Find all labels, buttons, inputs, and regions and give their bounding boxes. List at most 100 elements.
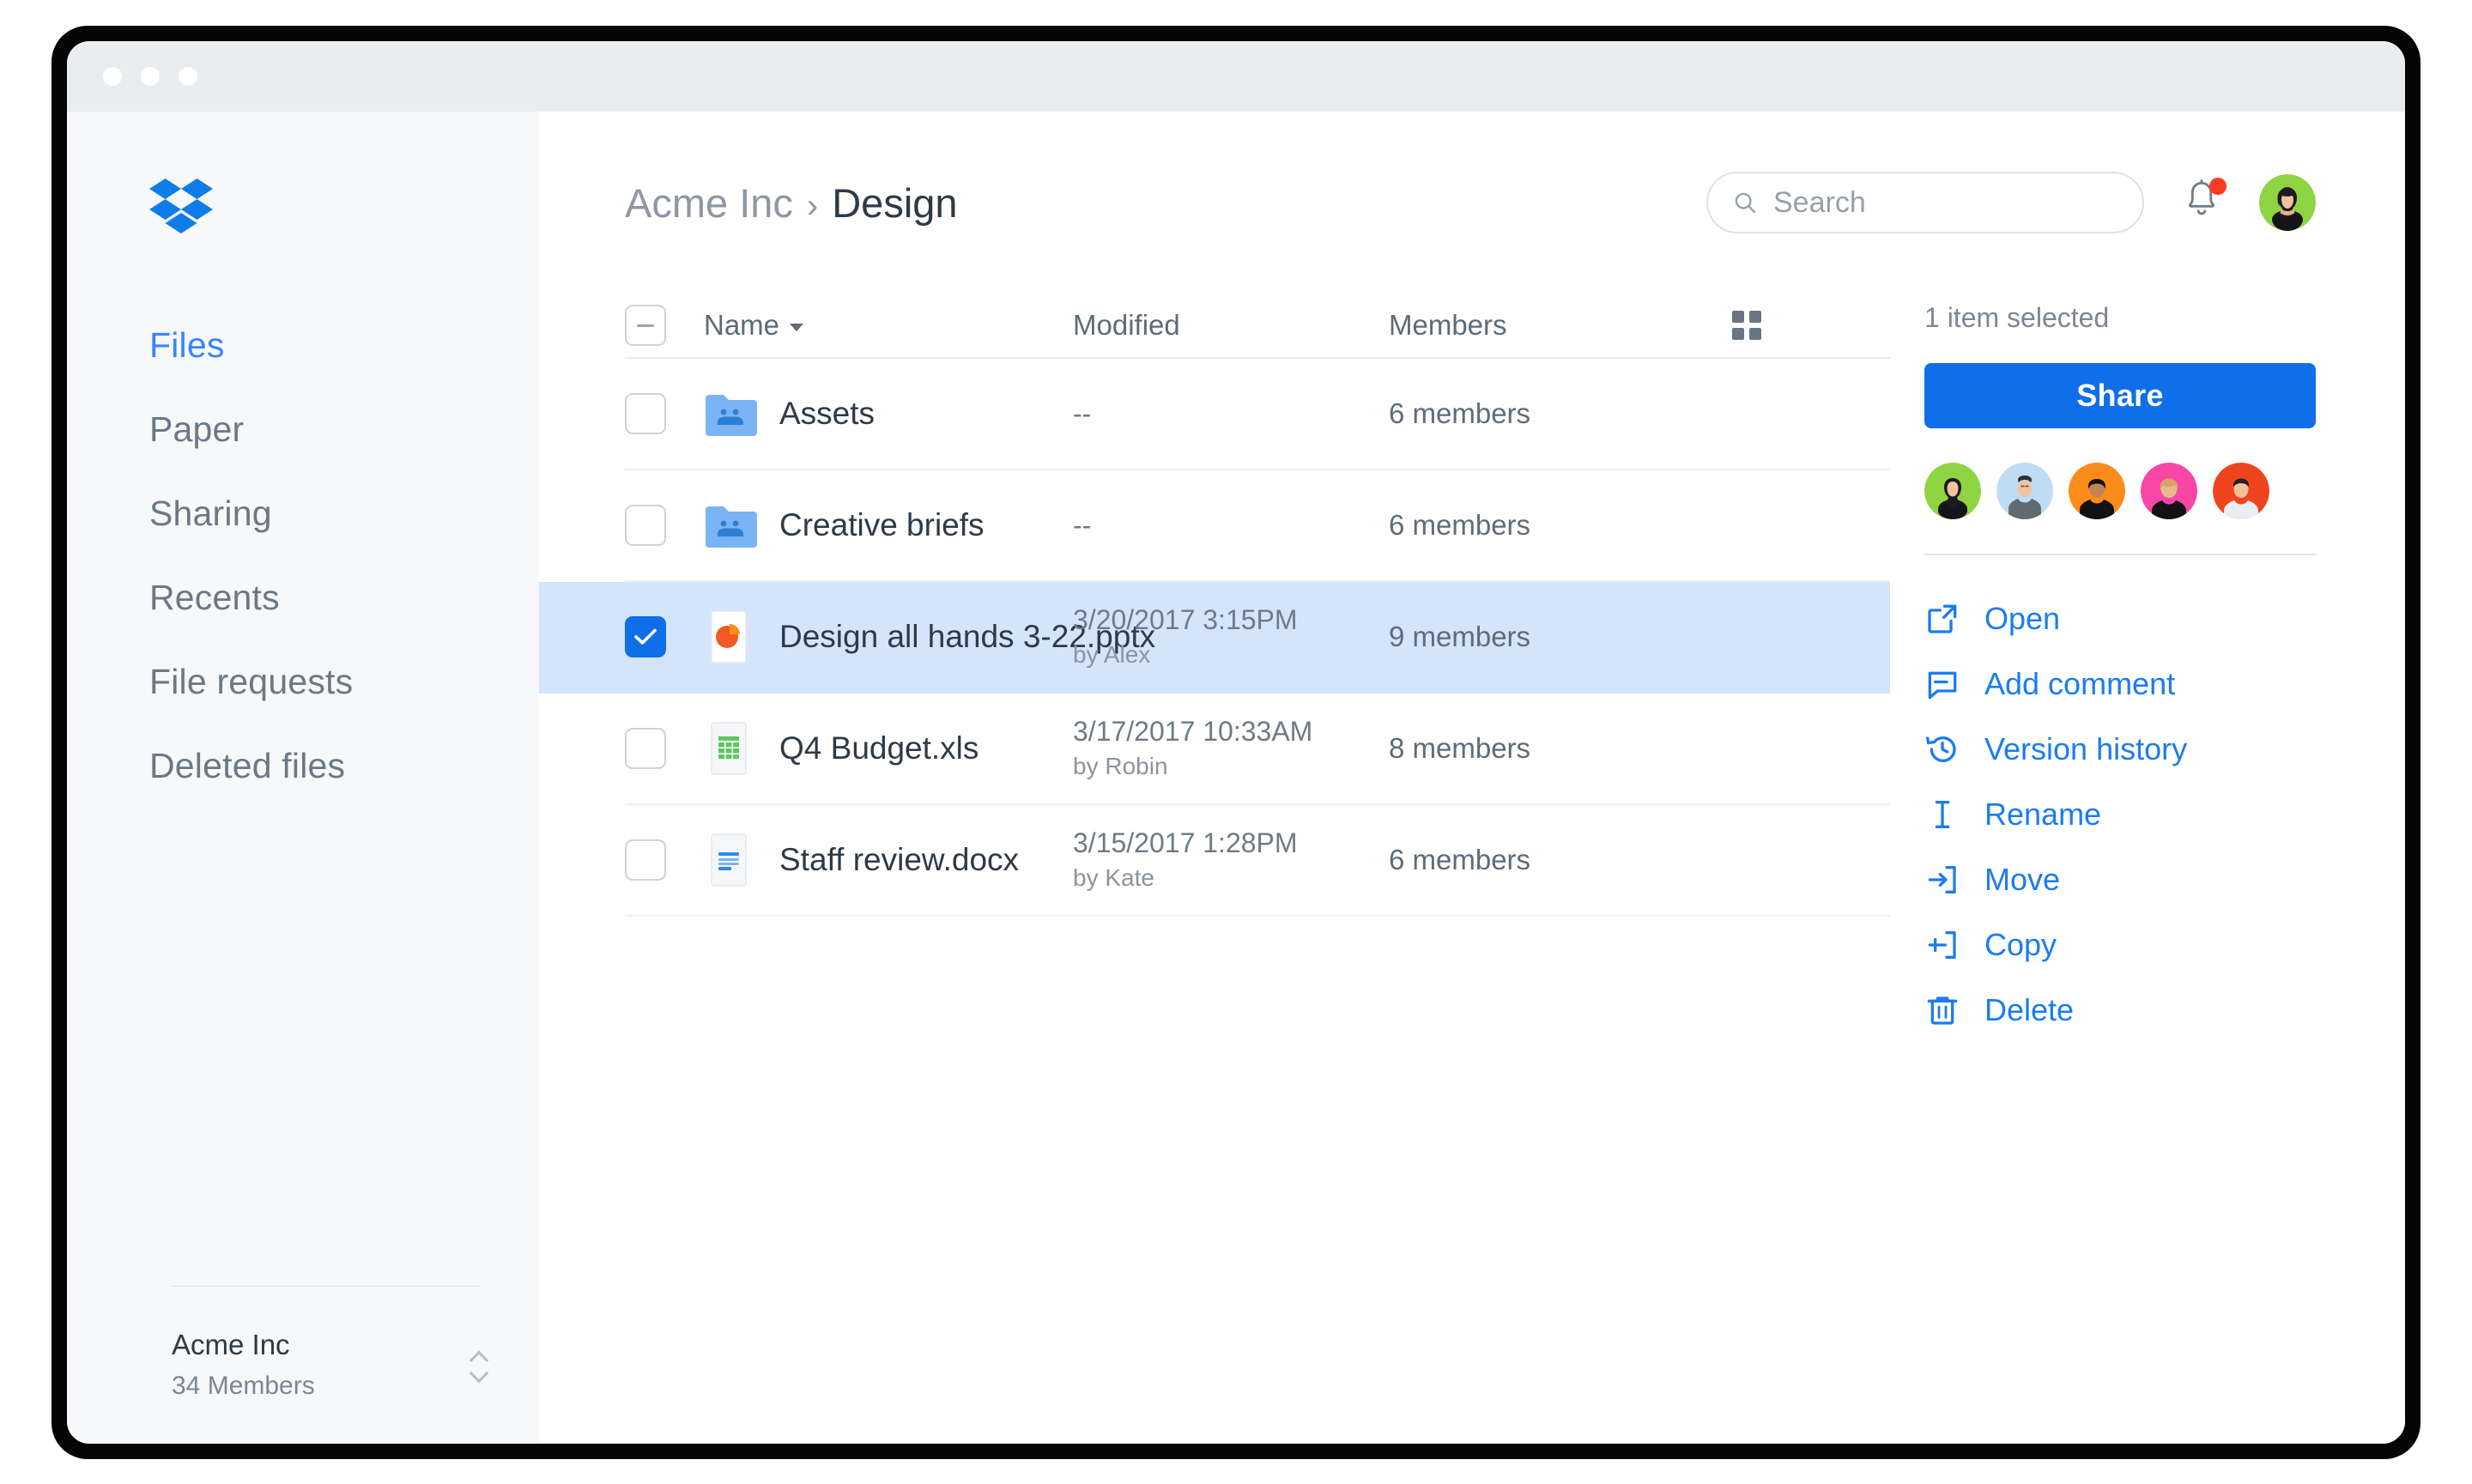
sidebar-item-label: Paper	[149, 409, 245, 449]
share-button[interactable]: Share	[1924, 363, 2316, 428]
action-label: Add comment	[1984, 666, 2176, 701]
members-value: 8 members	[1389, 732, 1531, 764]
sidebar-item-label: File requests	[149, 661, 354, 701]
user-avatar[interactable]	[2259, 174, 2316, 231]
modified-value: 3/20/2017 3:15PM	[1073, 604, 1298, 636]
row-select-cell	[625, 616, 704, 657]
window-bezel: Files Paper Sharing Recents File request…	[52, 26, 2420, 1459]
sidebar-nav: Files Paper Sharing Recents File request…	[67, 303, 539, 808]
table-row[interactable]: Assets -- 6 members	[625, 359, 1890, 470]
zoom-button[interactable]	[179, 67, 197, 86]
row-checkbox[interactable]	[625, 393, 666, 434]
notification-badge	[2209, 178, 2227, 195]
avatar[interactable]	[2141, 463, 2197, 519]
action-label: Delete	[1984, 992, 2075, 1027]
row-members-cell: 6 members	[1389, 509, 1732, 542]
row-select-cell	[625, 393, 704, 434]
excel-icon	[704, 722, 779, 775]
row-checkbox[interactable]	[625, 728, 666, 769]
file-name: Assets	[779, 396, 876, 431]
sidebar-item-sharing[interactable]: Sharing	[67, 471, 539, 555]
team-info: Acme Inc 34 Members	[172, 1326, 470, 1404]
sidebar-item-file-requests[interactable]: File requests	[67, 639, 539, 724]
row-modified-cell: 3/17/2017 10:33AM by Robin	[1073, 714, 1389, 782]
powerpoint-icon	[704, 610, 779, 663]
column-label-name: Name	[704, 309, 780, 341]
table-header-row: Name Modified Members	[625, 294, 1890, 359]
row-members-cell: 6 members	[1389, 397, 1732, 430]
search-input[interactable]: Search	[1773, 186, 1866, 220]
action-open[interactable]: Open	[1924, 586, 2316, 651]
avatar[interactable]	[1996, 463, 2053, 519]
row-checkbox[interactable]	[625, 839, 666, 881]
sidebar-item-files[interactable]: Files	[67, 303, 539, 387]
action-add-comment[interactable]: Add comment	[1924, 651, 2316, 717]
action-label: Open	[1984, 601, 2061, 636]
close-button[interactable]	[103, 67, 122, 86]
row-name-cell: Creative briefs	[704, 503, 1073, 548]
column-header-members[interactable]: Members	[1389, 309, 1732, 342]
breadcrumb-root[interactable]: Acme Inc	[625, 179, 793, 227]
window-body: Files Paper Sharing Recents File request…	[67, 112, 2405, 1444]
minimize-button[interactable]	[141, 67, 160, 86]
modified-by: by Kate	[1073, 864, 1154, 892]
table-row[interactable]: Q4 Budget.xls 3/17/2017 10:33AM by Robin…	[625, 694, 1890, 805]
history-icon	[1924, 731, 1960, 767]
team-switcher-stepper[interactable]	[470, 1352, 488, 1378]
avatar[interactable]	[2213, 463, 2269, 519]
members-value: 6 members	[1389, 509, 1531, 541]
word-icon	[704, 833, 779, 887]
member-avatar-list	[1924, 463, 2316, 519]
select-all-cell	[625, 305, 704, 346]
row-modified-cell: --	[1073, 398, 1389, 430]
table-row[interactable]: Staff review.docx 3/15/2017 1:28PM by Ka…	[625, 805, 1890, 917]
select-all-checkbox[interactable]	[625, 305, 666, 346]
modified-by: by Alex	[1073, 641, 1151, 669]
sidebar-item-deleted-files[interactable]: Deleted files	[67, 724, 539, 808]
top-bar: Acme Inc › Design Search	[539, 112, 2405, 294]
sidebar-item-label: Recents	[149, 577, 280, 617]
table-row[interactable]: Creative briefs -- 6 members	[625, 470, 1890, 582]
team-name: Acme Inc	[172, 1328, 290, 1360]
action-delete[interactable]: Delete	[1924, 978, 2316, 1043]
column-header-modified[interactable]: Modified	[1073, 309, 1389, 342]
table-row-selected[interactable]: Design all hands 3-22.pptx 3/20/2017 3:1…	[539, 582, 1890, 694]
action-label: Rename	[1984, 797, 2102, 832]
sidebar-item-label: Sharing	[149, 493, 272, 533]
file-name: Creative briefs	[779, 507, 985, 542]
modified-value: 3/17/2017 10:33AM	[1073, 716, 1313, 748]
chevron-down-icon[interactable]	[470, 1369, 488, 1378]
selection-status: 1 item selected	[1924, 302, 2110, 333]
file-table: Name Modified Members Assets -- 6 member…	[539, 294, 1890, 917]
action-move[interactable]: Move	[1924, 847, 2316, 912]
panel-divider	[1924, 554, 2316, 555]
dropbox-logo-icon[interactable]	[149, 179, 539, 241]
breadcrumb-current: Design	[832, 179, 958, 226]
action-label: Move	[1984, 862, 2061, 897]
column-header-name[interactable]: Name	[704, 309, 1073, 342]
action-rename[interactable]: Rename	[1924, 782, 2316, 847]
row-checkbox[interactable]	[625, 616, 666, 657]
sidebar-item-recents[interactable]: Recents	[67, 555, 539, 639]
row-checkbox[interactable]	[625, 505, 666, 546]
sidebar-item-paper[interactable]: Paper	[67, 387, 539, 471]
row-members-cell: 8 members	[1389, 732, 1732, 765]
search-box[interactable]: Search	[1706, 172, 2144, 233]
action-version-history[interactable]: Version history	[1924, 717, 2316, 782]
team-switcher[interactable]: Acme Inc 34 Members	[67, 1287, 539, 1404]
avatar[interactable]	[2069, 463, 2125, 519]
team-section: Acme Inc 34 Members	[67, 1285, 539, 1444]
grid-view-icon[interactable]	[1732, 311, 1761, 340]
row-name-cell: Q4 Budget.xls	[704, 722, 1073, 775]
sidebar-item-label: Files	[149, 324, 225, 365]
trash-icon	[1924, 992, 1960, 1028]
action-copy[interactable]: Copy	[1924, 912, 2316, 978]
chevron-up-icon[interactable]	[470, 1352, 488, 1361]
row-modified-cell: 3/15/2017 1:28PM by Kate	[1073, 826, 1389, 893]
view-toggle-cell	[1732, 311, 1801, 340]
row-modified-cell: --	[1073, 510, 1389, 542]
row-name-cell: Assets	[704, 391, 1073, 436]
avatar[interactable]	[1924, 463, 1981, 519]
action-label: Version history	[1984, 731, 2188, 766]
notifications-button[interactable]	[2182, 178, 2227, 226]
